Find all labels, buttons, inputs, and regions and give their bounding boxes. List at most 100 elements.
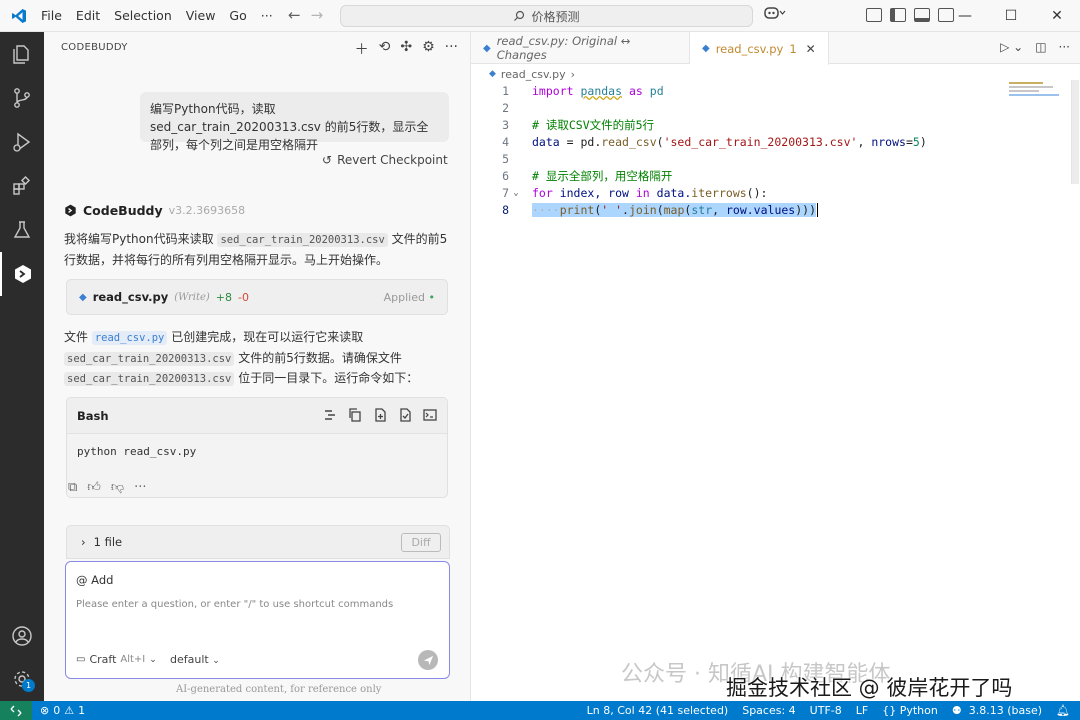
maximize-icon[interactable]: ☐	[988, 0, 1034, 32]
run-python-icon[interactable]: ▷ ⌄	[1000, 40, 1023, 54]
run-terminal-icon[interactable]	[423, 408, 437, 422]
mode-label: Craft	[89, 653, 117, 666]
thumbs-down-icon[interactable]: 👎︎	[111, 480, 124, 495]
settings-icon[interactable]: ⚙	[422, 39, 435, 59]
model-chevron-down-icon: ⌄	[212, 656, 220, 666]
model-selector[interactable]: default ⌄	[170, 653, 220, 666]
toggle-panel-icon[interactable]	[914, 8, 930, 22]
code-block-language: Bash	[77, 408, 109, 423]
window-controls: — ☐ ✕	[942, 0, 1080, 32]
tab-diff-label: read_csv.py: Original ↔ Changes	[496, 34, 631, 62]
new-file-icon[interactable]	[373, 408, 387, 422]
followup-text-a: 文件	[64, 330, 89, 344]
assistant-intro: 我将编写Python代码来读取 sed_car_train_20200313.c…	[64, 230, 454, 270]
send-button[interactable]	[418, 650, 438, 670]
followup-filename-2: sed_car_train_20200313.csv	[64, 372, 235, 386]
end-of-line[interactable]: LF	[856, 704, 868, 717]
indentation[interactable]: Spaces: 4	[742, 704, 795, 717]
breadcrumb-chevron-icon: ›	[570, 67, 576, 81]
history-icon[interactable]: ⟲	[379, 39, 391, 59]
back-arrow-icon[interactable]: ←	[288, 6, 301, 24]
tab-diff-view[interactable]: ◆ read_csv.py: Original ↔ Changes	[471, 32, 690, 64]
code-line: 4 data = pd.read_csv('sed_car_train_2020…	[471, 133, 1011, 150]
integrations-icon[interactable]: ✣	[400, 39, 412, 59]
manage-gear-icon[interactable]: 1	[0, 667, 44, 692]
account-icon[interactable]	[0, 624, 44, 648]
assistant-followup: 文件 read_csv.py 已创建完成，现在可以运行它来读取 sed_car_…	[64, 328, 454, 390]
tab-read-csv[interactable]: ◆ read_csv.py 1 ✕	[690, 32, 829, 65]
forward-arrow-icon[interactable]: →	[311, 6, 324, 24]
minimap[interactable]	[1009, 82, 1071, 102]
menu-selection[interactable]: Selection	[107, 8, 179, 23]
close-tab-icon[interactable]: ✕	[806, 42, 816, 56]
applied-dot-icon: •	[428, 290, 436, 304]
breadcrumb-file[interactable]: read_csv.py	[501, 68, 566, 81]
intro-text-c: 行数据，并将每行的所有列用空格隔开显示。马上开始操作。	[64, 252, 389, 267]
model-label: default	[170, 653, 209, 666]
braces-icon: {}	[882, 704, 897, 717]
add-context-button[interactable]: @ Add	[76, 573, 113, 587]
split-editor-icon[interactable]: ◫	[1035, 40, 1046, 54]
codebuddy-panel: CODEBUDDY ＋ ⟲ ✣ ⚙ ··· 编写Python代码，读取sed_c…	[44, 32, 471, 701]
customize-layout-icon[interactable]	[866, 8, 882, 22]
new-chat-icon[interactable]: ＋	[355, 39, 369, 59]
chat-input-box[interactable]: @ Add Please enter a question, or enter …	[65, 561, 450, 679]
source-control-icon[interactable]	[0, 76, 44, 120]
remote-indicator-icon[interactable]	[0, 701, 32, 720]
testing-flask-icon[interactable]	[0, 208, 44, 252]
editor-tabs: ◆ read_csv.py: Original ↔ Changes ◆ read…	[471, 32, 1080, 65]
fold-chevron-icon[interactable]: ⌄	[509, 188, 523, 198]
notifications-bell-icon[interactable]: 🔔︎	[1056, 704, 1070, 717]
insert-icon[interactable]	[323, 408, 337, 422]
message-more-icon[interactable]: ···	[134, 480, 146, 495]
codebuddy-icon[interactable]	[0, 252, 44, 296]
changed-files-bar[interactable]: › 1 file Diff	[66, 525, 450, 559]
menu-go[interactable]: Go	[222, 8, 253, 23]
cursor-position[interactable]: Ln 8, Col 42 (41 selected)	[587, 704, 729, 717]
menu-file[interactable]: File	[34, 8, 69, 23]
copy-message-icon[interactable]: ⧉	[68, 480, 77, 495]
language-mode[interactable]: {} Python	[882, 704, 938, 717]
revert-checkpoint-button[interactable]: ↺ Revert Checkpoint	[322, 153, 448, 167]
apply-file-icon[interactable]	[398, 408, 412, 422]
file-change-card[interactable]: ◆ read_csv.py (Write) +8 -0 Applied •	[66, 279, 448, 315]
copilot-icon[interactable]	[764, 6, 786, 24]
followup-filename-1: sed_car_train_20200313.csv	[64, 351, 235, 366]
line-number: 5	[502, 151, 509, 166]
lines-added: +8	[215, 290, 232, 304]
python-interpreter[interactable]: ⚉ 3.8.13 (base)	[952, 704, 1042, 717]
mode-selector[interactable]: ▭ Craft Alt+I ⌄	[76, 653, 157, 666]
extensions-icon[interactable]	[0, 164, 44, 208]
menu-view[interactable]: View	[179, 8, 223, 23]
command-center-search[interactable]: 价格预测	[340, 5, 753, 27]
followup-file-link[interactable]: read_csv.py	[91, 331, 168, 345]
toggle-primary-sidebar-icon[interactable]	[890, 8, 906, 22]
code-line: 2	[471, 99, 1011, 116]
copy-icon[interactable]	[348, 408, 362, 422]
encoding[interactable]: UTF-8	[810, 704, 842, 717]
minimize-icon[interactable]: —	[942, 0, 988, 32]
run-debug-icon[interactable]	[0, 120, 44, 164]
settings-badge: 1	[22, 679, 35, 692]
revert-label: Revert Checkpoint	[337, 153, 448, 167]
chat-input-placeholder[interactable]: Please enter a question, or enter "/" to…	[76, 599, 393, 610]
layout-controls	[866, 8, 954, 22]
navigation-arrows: ← →	[288, 6, 323, 24]
copilot-status-icon: ⚉	[951, 704, 962, 717]
editor-scrollbar[interactable]	[1071, 80, 1079, 184]
editor-more-icon[interactable]: ···	[1059, 40, 1070, 54]
more-actions-icon[interactable]: ···	[445, 39, 458, 59]
menu-more[interactable]: ···	[254, 8, 280, 23]
problems-indicator[interactable]: ⊗ 0 ⚠ 1	[40, 704, 85, 717]
code-editor[interactable]: 1 import pandas as pd 2 3 # 读取CSV文件的前5行 …	[471, 82, 1011, 218]
explorer-icon[interactable]	[0, 32, 44, 76]
menu-edit[interactable]: Edit	[69, 8, 107, 23]
line-number: 6	[502, 168, 509, 183]
mode-shortcut: Alt+I	[120, 654, 146, 665]
close-window-icon[interactable]: ✕	[1034, 0, 1080, 32]
followup-text-c: 文件的前5行数据。请确保文件	[238, 350, 402, 365]
diff-button[interactable]: Diff	[401, 533, 441, 552]
thumbs-up-icon[interactable]: 👍︎	[87, 480, 101, 495]
chevron-right-icon: ›	[81, 535, 86, 549]
file-card-operation: (Write)	[174, 291, 210, 303]
